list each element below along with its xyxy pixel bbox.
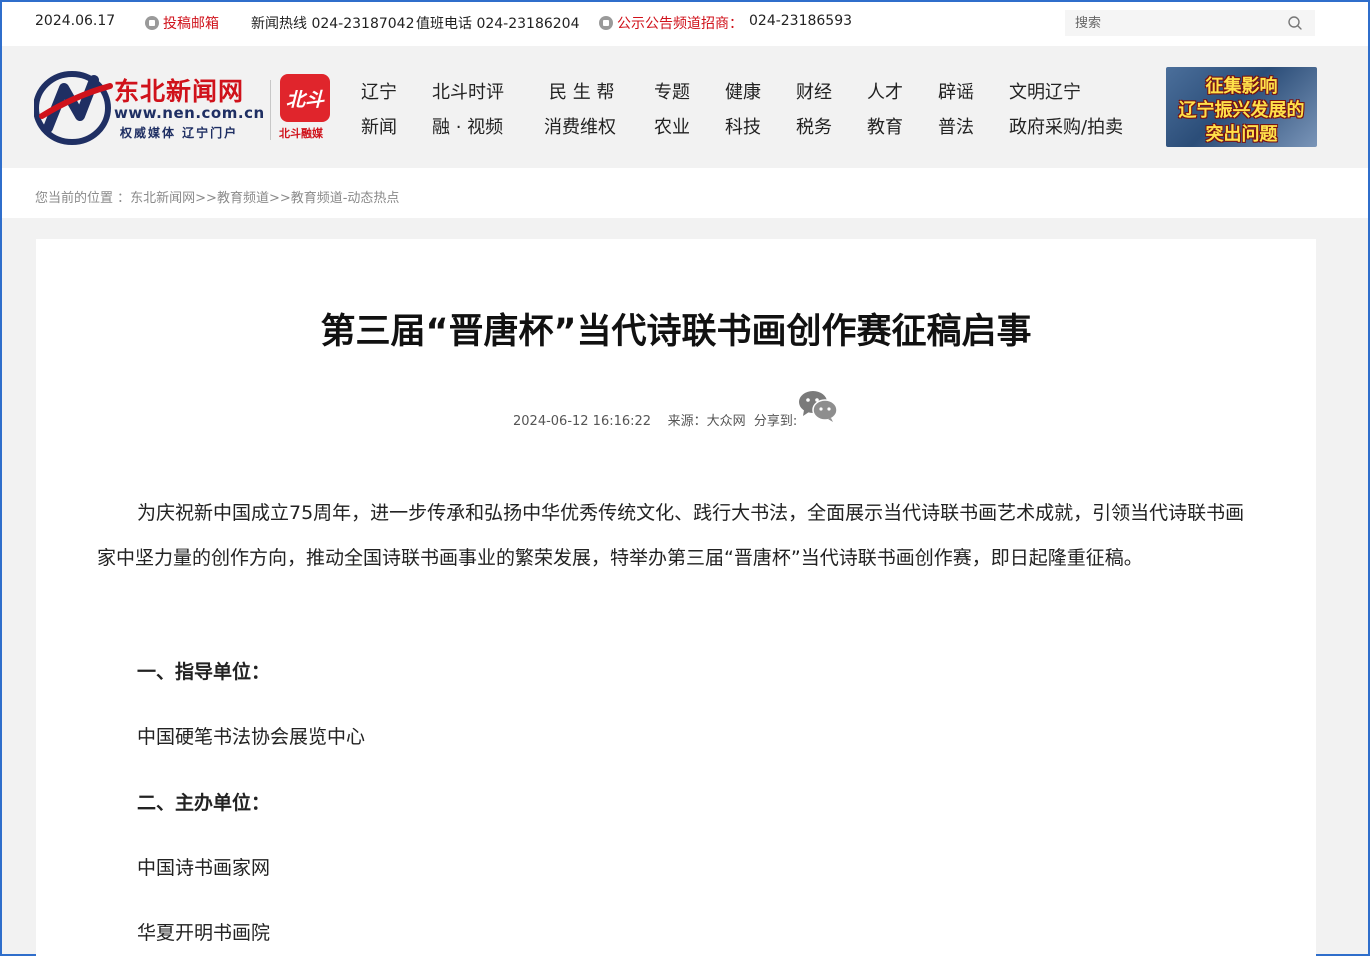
logo-url: www.nen.com.cn	[114, 104, 265, 122]
search-box	[1065, 10, 1315, 36]
beidou-badge: 北斗	[280, 74, 330, 122]
nav-agriculture[interactable]: 农业	[654, 113, 690, 139]
news-hotline: 新闻热线 024-23187042	[251, 16, 415, 32]
article-source: 来源：大众网	[667, 414, 746, 429]
site-header: 东北新闻网 www.nen.com.cn 权威媒体 辽宁门户 北斗 北斗融媒 辽…	[2, 52, 1368, 168]
nav-education[interactable]: 教育	[867, 113, 903, 139]
nav-liaoning[interactable]: 辽宁	[361, 78, 397, 104]
banner-line-2: 辽宁振兴发展的	[1178, 100, 1305, 121]
breadcrumb-bar: 您当前的位置 ：东北新闻网>>教育频道>>教育频道-动态热点	[2, 168, 1368, 218]
nav-rumor-refute[interactable]: 辟谣	[938, 78, 974, 104]
nav-finance[interactable]: 财经	[796, 78, 832, 104]
section-1-title: 一、指导单位：	[137, 661, 271, 683]
breadcrumb-education[interactable]: >>教育频道	[195, 191, 269, 206]
section-2-item-2: 华夏开明书画院	[137, 922, 271, 944]
share-label: 分享到:	[753, 414, 798, 429]
logo-slogan: 权威媒体 辽宁门户	[120, 126, 239, 140]
current-date: 2024.06.17	[35, 13, 116, 29]
nav-health[interactable]: 健康	[725, 78, 761, 104]
nav-news[interactable]: 新闻	[361, 113, 397, 139]
article-title: 第三届“晋唐杯”当代诗联书画创作赛征稿启事	[320, 312, 1032, 352]
search-input[interactable]	[1065, 10, 1280, 36]
article-intro-paragraph: 为庆祝新中国成立75周年，进一步传承和弘扬中华优秀传统文化、践行大书法，全面展示…	[97, 502, 1245, 569]
banner-line-1: 征集影响	[1205, 76, 1278, 97]
notice-phone: 024-23186593	[749, 13, 853, 29]
article-datetime: 2024-06-12 16:16:22	[513, 414, 652, 429]
top-bar: 2024.06.17 投稿邮箱 新闻热线 024-23187042 值班电话 0…	[2, 2, 1368, 46]
nav-technology[interactable]: 科技	[725, 113, 761, 139]
logo-divider	[270, 80, 271, 140]
search-icon[interactable]	[1287, 15, 1303, 31]
site-logo[interactable]: 东北新闻网 www.nen.com.cn 权威媒体 辽宁门户	[34, 64, 265, 145]
breadcrumb-home[interactable]: 东北新闻网	[130, 191, 195, 206]
contribute-email-link[interactable]: 投稿邮箱	[145, 13, 219, 33]
beidou-label: 北斗融媒	[279, 127, 323, 140]
nav-consumer-rights[interactable]: 消费维权	[544, 113, 616, 139]
breadcrumb-prefix: 您当前的位置 ：	[35, 191, 131, 206]
nen-logo-icon	[34, 71, 113, 145]
beidou-media-logo[interactable]: 北斗 北斗融媒	[279, 74, 332, 140]
nav-procurement[interactable]: 政府采购/拍卖	[1009, 113, 1123, 139]
wechat-share-icon[interactable]	[798, 389, 838, 423]
article-meta: 2024-06-12 16:16:22 来源：大众网 分享到:	[513, 410, 797, 429]
section-1-item: 中国硬笔书法协会展览中心	[137, 726, 366, 748]
promo-banner[interactable]: 征集影响 辽宁振兴发展的 突出问题	[1166, 67, 1317, 147]
nav-talent[interactable]: 人才	[867, 78, 903, 104]
section-2-item-1: 中国诗书画家网	[137, 857, 271, 879]
contribute-email-label: 投稿邮箱	[163, 16, 219, 32]
mail-icon	[145, 16, 159, 30]
section-2-title: 二、主办单位：	[137, 792, 271, 814]
logo-name: 东北新闻网	[114, 77, 245, 106]
nav-civilized-liaoning[interactable]: 文明辽宁	[1009, 78, 1081, 104]
nav-beidou-commentary[interactable]: 北斗时评	[432, 78, 504, 104]
breadcrumb-education-hot[interactable]: >>教育频道-动态热点	[269, 191, 399, 206]
article-body: 第三届“晋唐杯”当代诗联书画创作赛征稿启事 2024-06-12 16:16:2…	[36, 239, 1316, 956]
notice-icon	[599, 16, 613, 30]
nav-minsheng[interactable]: 民 生 帮	[549, 78, 614, 104]
breadcrumb: 您当前的位置 ：东北新闻网>>教育频道>>教育频道-动态热点	[35, 187, 399, 206]
nav-law[interactable]: 普法	[938, 113, 974, 139]
notice-channel-label: 公示公告频道招商：	[617, 16, 743, 32]
nav-video[interactable]: 融 · 视频	[432, 113, 503, 139]
nav-special[interactable]: 专题	[654, 78, 690, 104]
notice-channel-link[interactable]: 公示公告频道招商：	[599, 13, 743, 33]
duty-phone: 值班电话 024-23186204	[416, 16, 580, 32]
banner-line-3: 突出问题	[1205, 124, 1278, 145]
nav-tax[interactable]: 税务	[796, 113, 832, 139]
